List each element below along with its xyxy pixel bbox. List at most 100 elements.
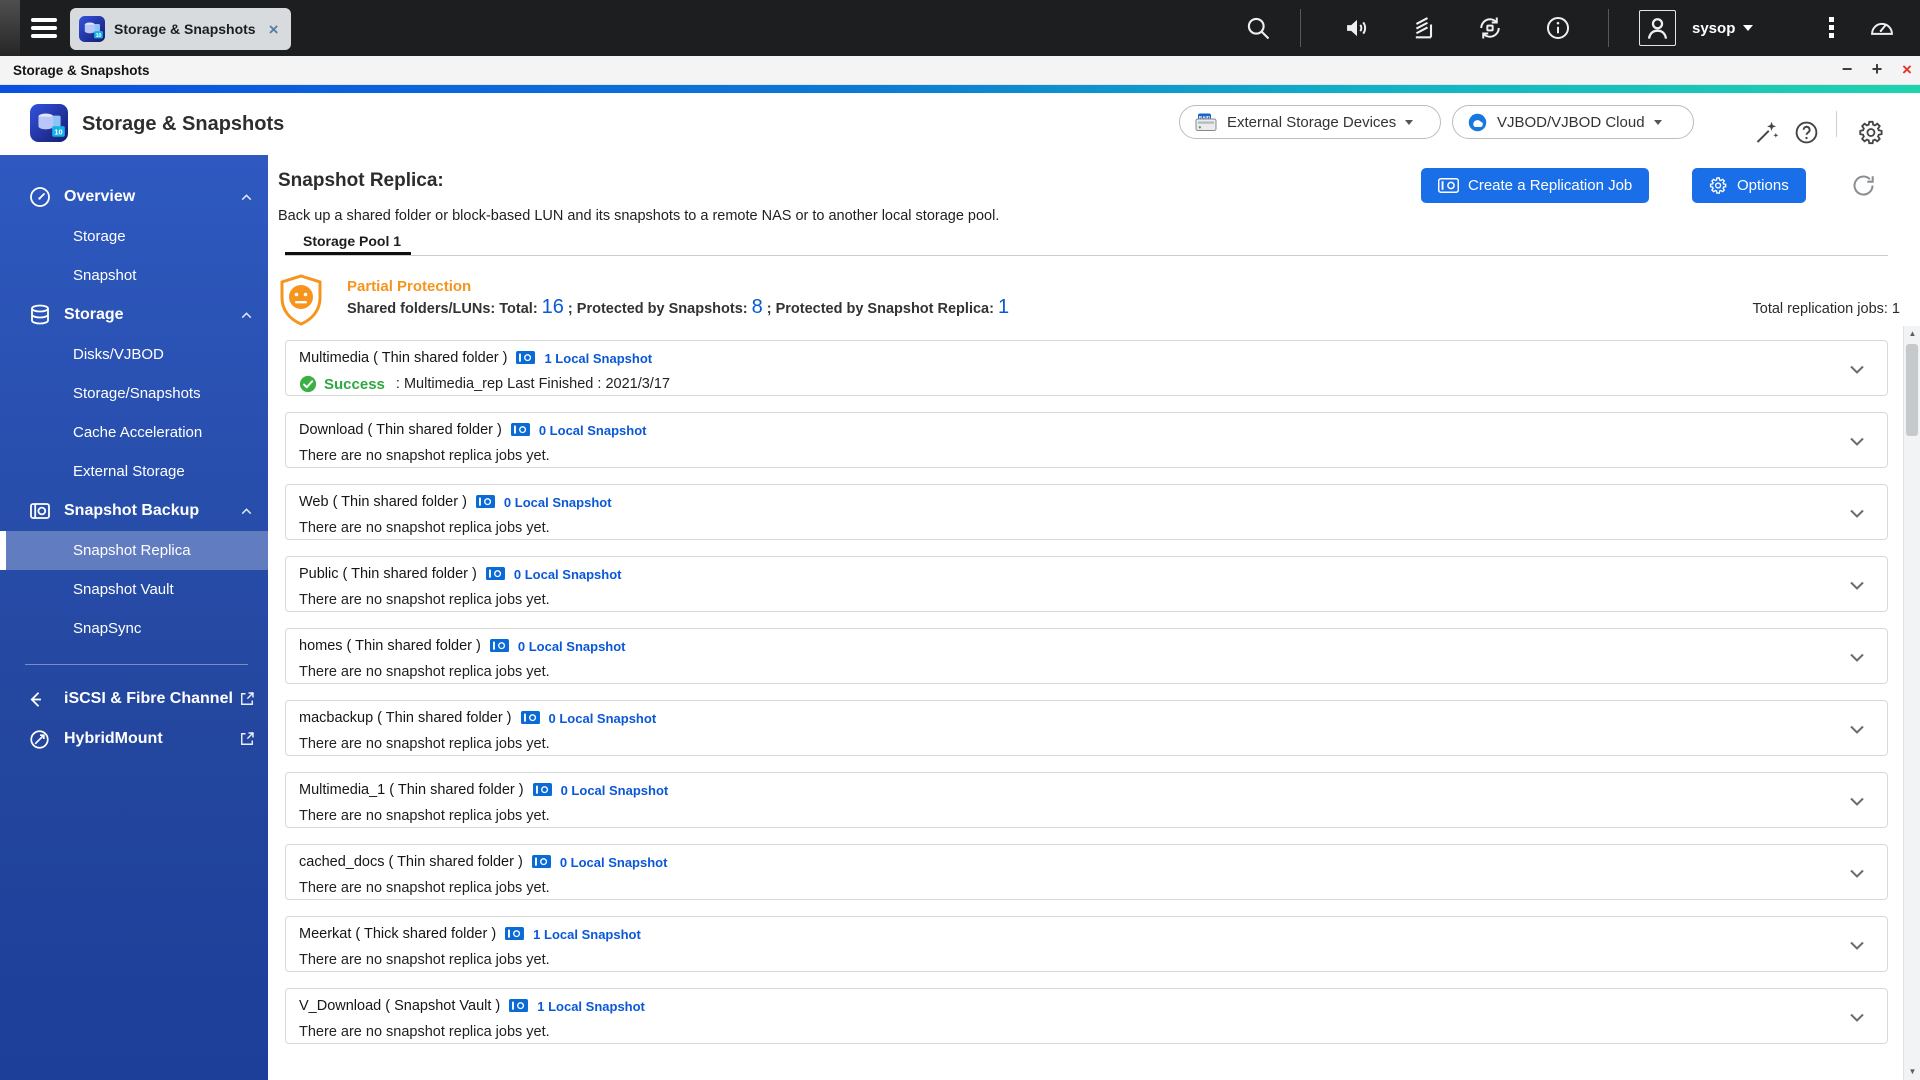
taskbar-tab-storage-snapshots[interactable]: 10 Storage & Snapshots × (70, 8, 291, 50)
more-menu-icon[interactable] (1829, 17, 1834, 38)
create-replication-job-button[interactable]: Create a Replication Job (1421, 168, 1650, 203)
stats-replica-value: 1 (997, 296, 1010, 318)
local-snapshot-link[interactable]: 0 Local Snapshot (560, 855, 668, 870)
sidebar-divider (25, 664, 248, 665)
row-expand-chevron-icon[interactable] (1845, 789, 1869, 813)
sidebar-section-label: Snapshot Backup (64, 502, 200, 519)
sync-icon[interactable] (1476, 14, 1504, 42)
main-menu-icon[interactable] (31, 18, 57, 39)
tab-storage-pool-1[interactable]: Storage Pool 1 (303, 233, 401, 249)
search-icon[interactable] (1244, 14, 1272, 42)
snapshot-badge-icon (532, 783, 552, 797)
row-expand-chevron-icon[interactable] (1845, 1005, 1869, 1029)
replica-row: Multimedia_1 ( Thin shared folder ) 0 Loc… (285, 772, 1888, 828)
replica-row: Web ( Thin shared folder ) 0 Local Snapsh… (285, 484, 1888, 540)
sidebar-item-label: SnapSync (73, 620, 142, 637)
local-snapshot-link[interactable]: 1 Local Snapshot (533, 927, 641, 942)
chevron-down-icon (1743, 25, 1754, 31)
folder-name: Meerkat ( Thick shared folder ) (299, 926, 497, 942)
sidebar-section-snapshot-backup[interactable]: Snapshot Backup (0, 491, 268, 531)
sidebar-item-iscsi-fibre-channel[interactable]: iSCSI & Fibre Channel (0, 679, 268, 719)
window-titlebar: Storage & Snapshots − + × (0, 56, 1920, 85)
gear-icon[interactable] (1858, 119, 1885, 146)
scrollbar-thumb[interactable] (1906, 344, 1918, 436)
stats-total-value: 16 (541, 296, 564, 318)
no-jobs-message: There are no snapshot replica jobs yet. (299, 1024, 550, 1040)
row-expand-chevron-icon[interactable] (1845, 501, 1869, 525)
row-expand-chevron-icon[interactable] (1845, 357, 1869, 381)
sidebar-item-overview-snapshot[interactable]: Snapshot (0, 256, 268, 295)
local-snapshot-link[interactable]: 0 Local Snapshot (518, 639, 626, 654)
sidebar-item-hybridmount[interactable]: HybridMount (0, 719, 268, 759)
sidebar-item-label: Snapshot (73, 267, 137, 284)
user-menu[interactable]: sysop (1692, 0, 1754, 56)
volume-icon[interactable] (1343, 14, 1371, 42)
main-content: Snapshot Replica: Create a Replication J… (268, 155, 1920, 1080)
sidebar-item-snapsync[interactable]: SnapSync (0, 609, 268, 648)
local-snapshot-link[interactable]: 0 Local Snapshot (561, 783, 669, 798)
scroll-up-icon[interactable]: ▲ (1904, 326, 1920, 342)
local-snapshot-link[interactable]: 0 Local Snapshot (549, 711, 657, 726)
replica-row: cached_docs ( Thin shared folder ) 0 Loca… (285, 844, 1888, 900)
local-snapshot-link[interactable]: 1 Local Snapshot (537, 999, 645, 1014)
resource-monitor-icon[interactable] (1868, 14, 1896, 42)
sidebar-item-disks-vjbod[interactable]: Disks/VJBOD (0, 335, 268, 374)
vertical-scrollbar[interactable]: ▲ ▼ (1903, 326, 1920, 1080)
minimize-button[interactable]: − (1836, 56, 1858, 85)
snapshot-badge-icon (509, 999, 529, 1013)
header-divider (1836, 111, 1837, 137)
sidebar-item-snapshot-vault[interactable]: Snapshot Vault (0, 570, 268, 609)
user-avatar[interactable] (1639, 10, 1676, 46)
row-expand-chevron-icon[interactable] (1845, 429, 1869, 453)
background-tasks-icon[interactable] (1410, 14, 1438, 42)
info-icon[interactable] (1544, 14, 1572, 42)
tab-divider-line (285, 255, 1888, 256)
replica-list: Multimedia ( Thin shared folder ) 1 Local… (285, 340, 1888, 1060)
external-storage-devices-button[interactable]: RAID External Storage Devices (1179, 105, 1441, 139)
vjbod-cloud-label: VJBOD/VJBOD Cloud (1497, 113, 1645, 131)
snapshot-badge-icon (516, 351, 536, 365)
row-expand-chevron-icon[interactable] (1845, 933, 1869, 957)
local-snapshot-link[interactable]: 0 Local Snapshot (514, 567, 622, 582)
stats-snapshots-label: ; Protected by Snapshots: (567, 301, 748, 317)
sidebar-item-cache-acceleration[interactable]: Cache Acceleration (0, 413, 268, 452)
svg-text:10: 10 (96, 33, 102, 39)
chevron-down-icon (1653, 119, 1662, 125)
replica-row: Download ( Thin shared folder ) 0 Local S… (285, 412, 1888, 468)
row-expand-chevron-icon[interactable] (1845, 717, 1869, 741)
scroll-down-icon[interactable]: ▼ (1904, 1064, 1920, 1080)
replica-row: macbackup ( Thin shared folder ) 0 Local … (285, 700, 1888, 756)
no-jobs-message: There are no snapshot replica jobs yet. (299, 880, 550, 896)
no-jobs-message: There are no snapshot replica jobs yet. (299, 448, 550, 464)
row-expand-chevron-icon[interactable] (1845, 645, 1869, 669)
vjbod-cloud-button[interactable]: VJBOD/VJBOD Cloud (1452, 105, 1694, 139)
replica-camera-icon (1438, 178, 1459, 193)
local-snapshot-link[interactable]: 0 Local Snapshot (504, 495, 612, 510)
section-title: Snapshot Replica: (278, 170, 444, 191)
row-expand-chevron-icon[interactable] (1845, 573, 1869, 597)
chevron-up-icon[interactable] (238, 189, 255, 206)
wand-icon[interactable] (1753, 119, 1780, 146)
options-button[interactable]: Options (1692, 168, 1806, 203)
close-button[interactable]: × (1896, 56, 1918, 85)
sidebar-item-label: Storage (73, 228, 126, 245)
refresh-icon[interactable] (1850, 172, 1877, 199)
sidebar-section-storage[interactable]: Storage (0, 295, 268, 335)
no-jobs-message: There are no snapshot replica jobs yet. (299, 736, 550, 752)
row-expand-chevron-icon[interactable] (1845, 861, 1869, 885)
local-snapshot-link[interactable]: 0 Local Snapshot (539, 423, 647, 438)
no-jobs-message: There are no snapshot replica jobs yet. (299, 520, 550, 536)
sidebar-item-snapshot-replica[interactable]: Snapshot Replica (0, 531, 268, 570)
tab-close-icon[interactable]: × (269, 21, 279, 38)
sidebar-item-storage-snapshots[interactable]: Storage/Snapshots (0, 374, 268, 413)
chevron-up-icon[interactable] (238, 503, 255, 520)
maximize-button[interactable]: + (1866, 56, 1888, 85)
sidebar-item-label: Disks/VJBOD (73, 346, 164, 363)
sidebar-item-overview-storage[interactable]: Storage (0, 217, 268, 256)
help-icon[interactable] (1793, 119, 1820, 146)
sidebar-section-overview[interactable]: Overview (0, 177, 268, 217)
snapshot-badge-icon (505, 927, 525, 941)
local-snapshot-link[interactable]: 1 Local Snapshot (544, 351, 652, 366)
chevron-up-icon[interactable] (238, 307, 255, 324)
sidebar-item-external-storage[interactable]: External Storage (0, 452, 268, 491)
